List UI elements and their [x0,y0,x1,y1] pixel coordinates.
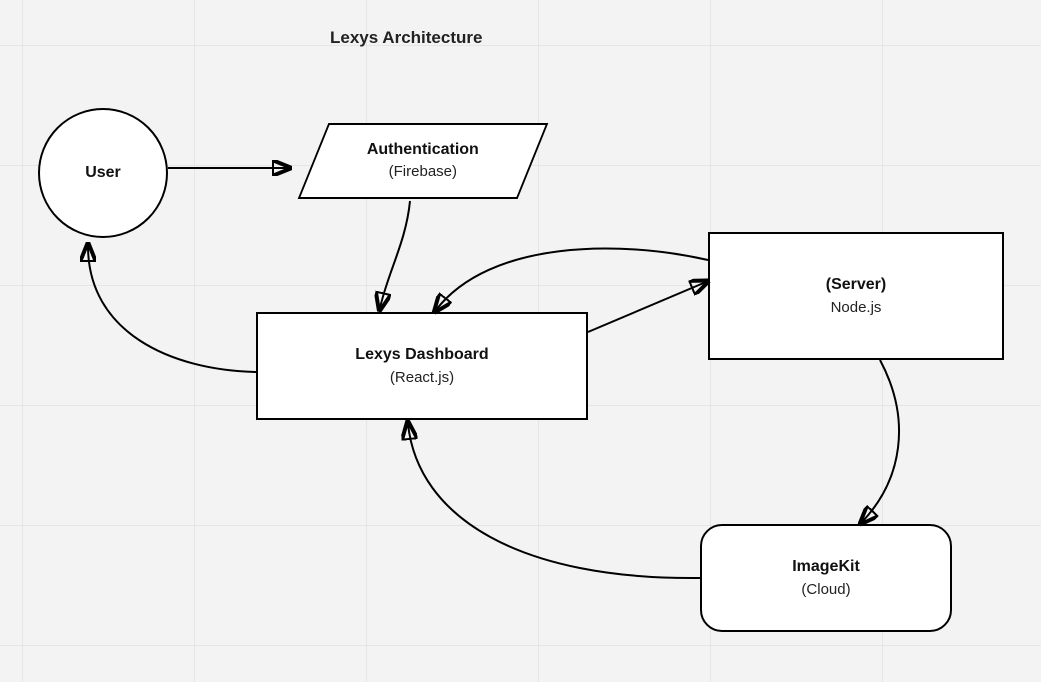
node-auth-title: Authentication [367,141,479,158]
node-dashboard-title: Lexys Dashboard [355,344,488,366]
node-imagekit: ImageKit (Cloud) [700,524,952,632]
node-auth-subtitle: (Firebase) [389,163,457,180]
node-dashboard: Lexys Dashboard (React.js) [256,312,588,420]
node-server-title: (Server) [826,274,886,296]
node-server-subtitle: Node.js [831,297,882,318]
node-user: User [38,108,168,238]
node-imagekit-subtitle: (Cloud) [801,579,850,600]
node-server: (Server) Node.js [708,232,1004,360]
diagram-title: Lexys Architecture [330,28,482,48]
node-dashboard-subtitle: (React.js) [390,367,454,388]
node-auth: Authentication (Firebase) [298,123,549,199]
node-imagekit-title: ImageKit [792,556,860,578]
node-user-label: User [85,162,121,184]
